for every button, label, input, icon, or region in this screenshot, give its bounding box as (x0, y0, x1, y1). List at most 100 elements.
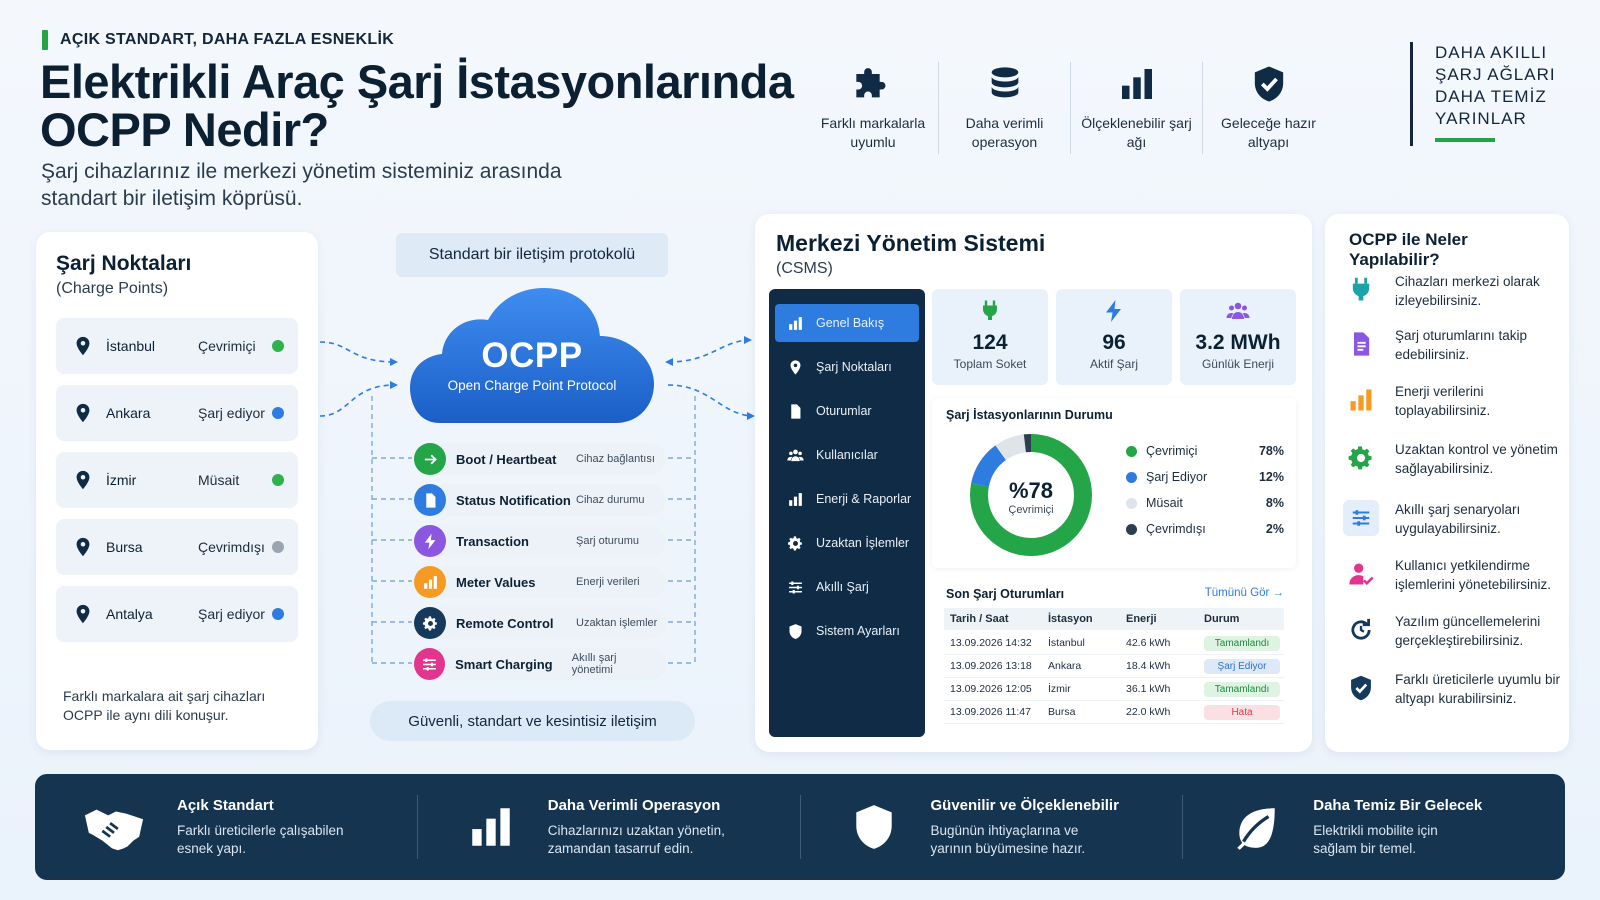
capability-text: Farklı üreticilerle uyumlu bir altyapı k… (1395, 672, 1561, 706)
sessions-table-header: Tarih / Saat İstasyon Enerji Durum (944, 608, 1284, 630)
cell-date: 13.09.2026 11:47 (950, 706, 1031, 718)
message-name: Status Notification (456, 492, 571, 508)
message-desc: Cihaz bağlantısı (576, 453, 655, 465)
sessions-panel: Son Şarj Oturumları Tümünü Gör → Tarih /… (932, 575, 1296, 738)
message-item[interactable]: Meter Values Enerji verileri (414, 566, 666, 598)
status-badge: Tamamlandı (1204, 635, 1280, 651)
message-item[interactable]: Smart Charging Akıllı şarj yönetimi (414, 648, 666, 680)
handshake-icon (83, 799, 145, 855)
legend-item: Çevrimiçi 78% (1126, 438, 1284, 464)
benefit-title: Daha Verimli Operasyon (547, 796, 721, 814)
benefit-desc-line: zamandan tasarruf edin. (547, 840, 694, 856)
shield-check-icon (849, 799, 899, 855)
stat-card-active: 96 Aktif Şarj (1056, 289, 1172, 385)
stat-value: 124 (972, 331, 1008, 354)
capability-text: Akıllı şarj senaryoları uygulayabilirsin… (1395, 502, 1521, 536)
benefit-desc-line: Cihazlarınızı uzaktan yönetin, (547, 822, 725, 838)
column-header: Tarih / Saat (950, 613, 1009, 625)
message-item[interactable]: Transaction Şarj oturumu (414, 525, 666, 557)
capabilities-title: OCPP ile Neler Yapılabilir? (1349, 230, 1468, 269)
refresh-icon (1347, 616, 1375, 644)
nav-users[interactable]: Kullanıcılar (775, 436, 919, 474)
arrowhead (390, 358, 398, 366)
stat-label: Toplam Soket (953, 357, 1027, 371)
benefit-open-standard: Açık Standart Farklı üreticilerle çalışa… (35, 795, 417, 859)
stat-label: Günlük Enerji (1201, 357, 1275, 371)
sliders-icon (421, 656, 438, 673)
benefit-efficient: Daha Verimli Operasyon Cihazlarınızı uza… (416, 795, 800, 859)
column-header: Enerji (1126, 613, 1157, 625)
arrow-icon (422, 451, 439, 468)
capability-text: Kullanıcı yetkilendirme işlemlerini yöne… (1395, 558, 1552, 592)
message-desc: Enerji verileri (576, 576, 640, 588)
nav-smart-charging[interactable]: Akıllı Şarj (775, 568, 919, 606)
bar-chart-icon (787, 491, 804, 508)
nav-charge-points[interactable]: Şarj Noktaları (775, 348, 919, 386)
nav-sessions[interactable]: Oturumlar (775, 392, 919, 430)
benefit-desc-line: sağlam bir temel. (1313, 840, 1417, 856)
document-icon (1347, 330, 1375, 358)
table-row[interactable]: 13.09.2026 11:47 Bursa 22.0 kWh Hata (944, 701, 1284, 724)
gear-icon (1347, 444, 1375, 472)
bar-chart-icon (1347, 386, 1375, 414)
capability-text: Cihazları merkezi olarak izleyebilirsini… (1395, 274, 1540, 308)
benefit-title: Daha Temiz Bir Gelecek (1313, 796, 1483, 814)
cell-date: 13.09.2026 14:32 (950, 637, 1032, 649)
sessions-title: Son Şarj Oturumları (946, 587, 1065, 601)
nav-label: Uzaktan İşlemler (816, 536, 910, 550)
leaf-icon (1231, 799, 1281, 855)
capability-text: Yazılım güncellemelerini gerçekleştirebi… (1395, 614, 1541, 648)
donut-center-value: %78 (1008, 478, 1054, 503)
benefit-desc-line: Farklı üreticilerle çalışabilen (177, 822, 344, 838)
view-all-link[interactable]: Tümünü Gör → (1205, 587, 1284, 599)
table-row[interactable]: 13.09.2026 12:05 İzmir 36.1 kWh Tamamlan… (944, 678, 1284, 701)
nav-label: Akıllı Şarj (816, 580, 869, 594)
message-item[interactable]: Status Notification Cihaz durumu (414, 484, 666, 516)
donut-center-label: Çevrimiçi (1008, 504, 1054, 516)
legend-swatch (1126, 445, 1137, 457)
cell-energy: 42.6 kWh (1126, 637, 1171, 649)
communication-label: Güvenli, standart ve kesintisiz iletişim (370, 701, 695, 741)
benefit-cleaner-future: Daha Temiz Bir Gelecek Elektrikli mobili… (1182, 795, 1565, 859)
message-item[interactable]: Remote Control Uzaktan işlemler (414, 607, 666, 639)
capability-item: Farklı üreticilerle uyumlu bir altyapı k… (1343, 670, 1571, 708)
legend-swatch (1126, 471, 1137, 483)
pin-icon (787, 359, 804, 376)
benefit-desc-line: Elektrikli mobilite için (1313, 822, 1438, 838)
nav-system-settings[interactable]: Sistem Ayarları (775, 612, 919, 650)
csms-title: Merkezi Yönetim Sistemi (776, 230, 1046, 256)
csms-subtitle: (CSMS) (776, 260, 833, 277)
benefit-desc: Elektrikli mobilite için sağlam bir temel… (1313, 822, 1482, 858)
status-panel: Şarj İstasyonlarının Durumu %78 Çevrimiç… (932, 398, 1296, 568)
stat-label: Aktif Şarj (1089, 357, 1138, 371)
nav-overview[interactable]: Genel Bakış (775, 304, 919, 342)
legend-label: Çevrimiçi (1146, 444, 1198, 458)
benefit-desc: Bugünün ihtiyaçlarına ve yarının büyümesi… (931, 822, 1119, 858)
legend-swatch (1126, 497, 1137, 509)
shield-check-icon (787, 623, 804, 640)
arrowhead (390, 381, 398, 389)
capability-item: Yazılım güncellemelerini gerçekleştirebi… (1343, 612, 1571, 650)
connector-left-top (319, 341, 396, 363)
capability-text: Enerji verilerini toplayabilirsiniz. (1395, 384, 1491, 418)
capabilities-card: OCPP ile Neler Yapılabilir? Cihazları me… (1325, 214, 1569, 752)
capability-item: Enerji verilerini toplayabilirsiniz. (1343, 382, 1571, 420)
shield-check-icon (1347, 674, 1375, 702)
gear-icon (422, 615, 439, 632)
arrowhead (747, 412, 755, 420)
document-icon (787, 403, 804, 420)
message-item[interactable]: Boot / Heartbeat Cihaz bağlantısı (414, 443, 666, 475)
table-row[interactable]: 13.09.2026 13:18 Ankara 18.4 kWh Şarj Ed… (944, 655, 1284, 678)
stat-card-energy: 3.2 MWh Günlük Enerji (1180, 289, 1296, 385)
message-icon-bg (414, 566, 446, 598)
ocpp-cloud: OCPP Open Charge Point Protocol (410, 336, 654, 393)
table-row[interactable]: 13.09.2026 14:32 İstanbul 42.6 kWh Tamam… (944, 632, 1284, 655)
csms-card: Merkezi Yönetim Sistemi (CSMS) Genel Bak… (755, 214, 1312, 752)
legend-item: Şarj Ediyor 12% (1126, 464, 1284, 490)
nav-energy-reports[interactable]: Enerji & Raporlar (775, 480, 919, 518)
protocol-full-name: Open Charge Point Protocol (447, 378, 617, 393)
status-legend: Çevrimiçi 78% Şarj Ediyor 12% Müsait 8% Çevrim… (1126, 438, 1284, 542)
nav-label: Genel Bakış (816, 316, 885, 330)
message-icon-bg (414, 484, 446, 516)
nav-remote-ops[interactable]: Uzaktan İşlemler (775, 524, 919, 562)
